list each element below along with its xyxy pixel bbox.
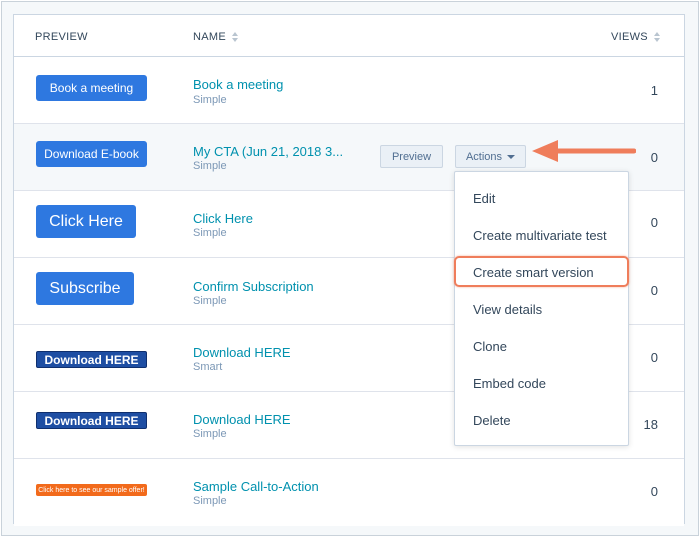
row-actions-button[interactable]: Actions <box>455 145 526 168</box>
cta-name-link[interactable]: Sample Call-to-Action <box>193 479 319 494</box>
menu-item-create-multivariate-test[interactable]: Create multivariate test <box>455 220 628 250</box>
column-header-preview-label: PREVIEW <box>35 31 88 43</box>
cta-views: 0 <box>650 283 658 298</box>
column-header-views-label: VIEWS <box>611 31 648 43</box>
annotation-arrow-icon <box>532 140 636 162</box>
cta-preview-button[interactable]: Download HERE <box>36 351 147 368</box>
cta-views: 18 <box>643 417 658 432</box>
cta-preview-button[interactable]: Book a meeting <box>36 75 147 101</box>
menu-item-embed-code[interactable]: Embed code <box>455 368 628 398</box>
cta-name-link[interactable]: Click Here <box>193 211 253 226</box>
menu-item-create-smart-version[interactable]: Create smart version <box>455 257 628 287</box>
cta-type: Simple <box>193 428 227 440</box>
cta-preview-button[interactable]: Click Here <box>36 205 136 238</box>
cta-type: Simple <box>193 495 227 507</box>
cta-preview-button[interactable]: Subscribe <box>36 272 134 305</box>
cta-views: 0 <box>650 215 658 230</box>
cta-name-link[interactable]: Confirm Subscription <box>193 279 314 294</box>
table-row[interactable]: Book a meeting Book a meeting Simple 1 <box>14 57 684 124</box>
cta-name-link[interactable]: Download HERE <box>193 412 291 427</box>
cta-type: Simple <box>193 160 227 172</box>
cta-name-link[interactable]: My CTA (Jun 21, 2018 3... <box>193 144 343 159</box>
column-header-name[interactable]: NAME <box>193 31 238 43</box>
column-header-preview: PREVIEW <box>35 31 88 43</box>
menu-item-delete[interactable]: Delete <box>455 405 628 435</box>
table-header: PREVIEW NAME VIEWS <box>14 15 684 57</box>
cta-type: Simple <box>193 94 227 106</box>
cta-type: Simple <box>193 227 227 239</box>
caret-down-icon <box>507 154 516 159</box>
sort-icon[interactable] <box>231 32 238 42</box>
row-preview-button[interactable]: Preview <box>380 145 443 168</box>
cta-name-link[interactable]: Book a meeting <box>193 77 283 92</box>
cta-type: Smart <box>193 361 223 373</box>
column-header-name-label: NAME <box>193 31 226 43</box>
cta-preview-button[interactable]: Download HERE <box>36 412 147 429</box>
cta-views: 1 <box>650 83 658 98</box>
cta-views: 0 <box>650 350 658 365</box>
menu-item-edit[interactable]: Edit <box>455 183 628 213</box>
cta-type: Simple <box>193 295 227 307</box>
menu-item-view-details[interactable]: View details <box>455 294 628 324</box>
cta-views: 0 <box>650 150 658 165</box>
cta-name-link[interactable]: Download HERE <box>193 345 291 360</box>
menu-item-clone[interactable]: Clone <box>455 331 628 361</box>
table-row[interactable]: Click here to see our sample offer! Samp… <box>14 459 684 526</box>
cta-preview-button[interactable]: Download E-book <box>36 141 147 167</box>
sort-icon[interactable] <box>653 32 660 42</box>
row-actions-label: Actions <box>465 150 503 163</box>
actions-dropdown-menu: Edit Create multivariate test Create sma… <box>454 171 629 446</box>
cta-preview-button[interactable]: Click here to see our sample offer! <box>36 484 147 496</box>
cta-views: 0 <box>650 484 658 499</box>
column-header-views[interactable]: VIEWS <box>611 31 660 43</box>
